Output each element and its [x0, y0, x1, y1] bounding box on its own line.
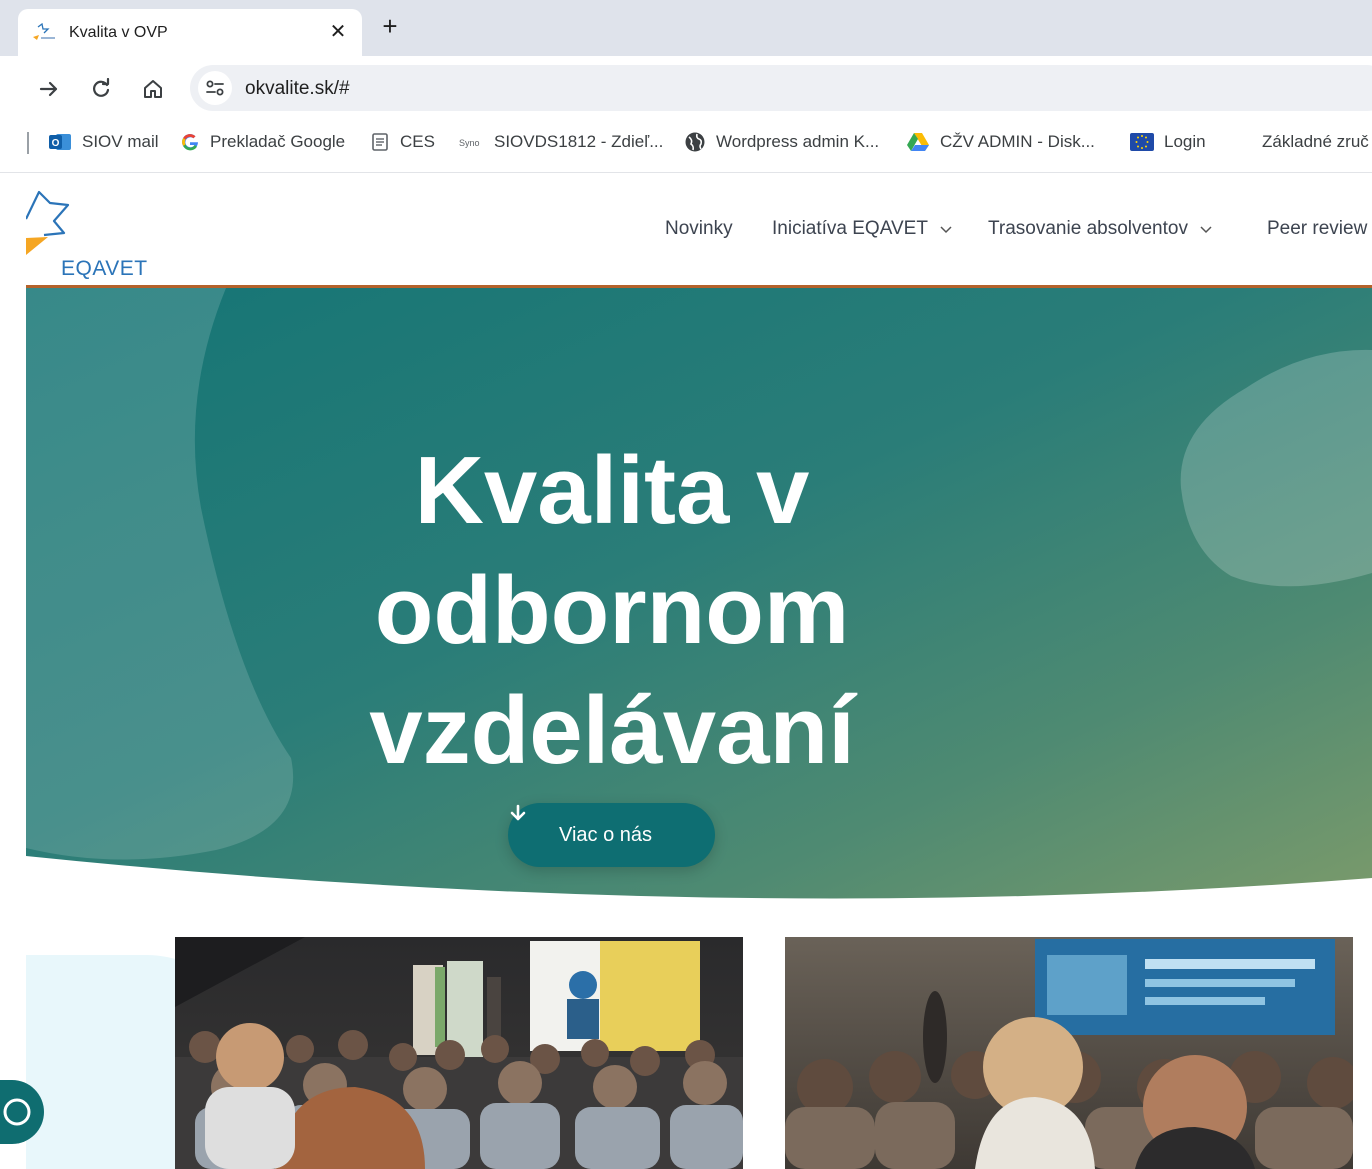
button-label: Viac o nás	[558, 823, 653, 846]
chat-icon	[3, 1098, 31, 1126]
viac-o-nas-button[interactable]: Viac o nás	[508, 803, 715, 867]
bookmark-siovds1812[interactable]: Syno SIOVDS1812 - Zdieľ...	[458, 131, 663, 153]
bookmark-label: Login	[1164, 132, 1206, 151]
bookmark-label: SIOV mail	[82, 132, 159, 151]
bookmark-login[interactable]: Login	[1130, 131, 1206, 153]
hero-section: Kvalita v odbornom vzdelávaní Viac o nás	[26, 288, 1372, 900]
new-tab-icon[interactable]: +	[378, 13, 402, 39]
bookmark-label: CES	[400, 132, 435, 151]
url-text: okvalite.sk/#	[245, 78, 350, 99]
globe-icon	[684, 131, 706, 153]
nav-item-trasovanie-absolventov[interactable]: Trasovanie absolventov	[988, 218, 1212, 240]
tab-title: Kvalita v OVP	[69, 24, 168, 41]
bookmark-czv-admin[interactable]: CŽV ADMIN - Disk...	[906, 131, 1095, 153]
google-icon	[180, 132, 200, 152]
nav-item-iniciativa-eqavet[interactable]: Iniciatíva EQAVET	[772, 218, 952, 240]
bookmark-google-translate[interactable]: Prekladač Google	[180, 131, 345, 153]
bookmark-label: SIOVDS1812 - Zdieľ...	[494, 132, 664, 151]
chevron-down-icon	[1200, 222, 1212, 237]
site-header: EQAVET Novinky Iniciatíva EQAVET Trasova…	[26, 173, 1372, 285]
browser-toolbar: okvalite.sk/#	[0, 56, 1372, 120]
address-bar[interactable]: okvalite.sk/#	[190, 65, 1372, 111]
eqavet-logo[interactable]: EQAVET	[26, 189, 156, 280]
chevron-down-icon	[940, 222, 952, 237]
conference-photo-image	[785, 937, 1353, 1169]
tab-close-icon[interactable]: ✕	[327, 21, 349, 43]
synology-icon: Syno	[458, 135, 484, 149]
bookmark-label: Prekladač Google	[210, 132, 346, 151]
bookmarks-bar: O SIOV mail Prekladač Google CES Syno SI…	[0, 120, 1372, 173]
nav-item-peer-review[interactable]: Peer review	[1267, 218, 1367, 240]
document-icon	[370, 132, 390, 152]
svg-text:Syno: Syno	[459, 138, 480, 148]
site-settings-icon[interactable]	[198, 71, 232, 105]
hero-title-line: Kvalita v	[414, 437, 810, 544]
browser-tab[interactable]: Kvalita v OVP ✕	[18, 9, 362, 56]
bookmark-label: Wordpress admin K...	[716, 132, 880, 151]
google-drive-icon	[906, 132, 930, 152]
nav-label: Trasovanie absolventov	[988, 218, 1188, 239]
nav-label: Peer review	[1267, 218, 1368, 239]
bookmark-zakladne[interactable]: Základné zruč	[1262, 131, 1369, 153]
outlook-icon: O	[48, 131, 72, 153]
hero-title-line: vzdelávaní	[369, 677, 855, 784]
logo-text: EQAVET	[61, 257, 148, 280]
bookmark-wordpress-admin[interactable]: Wordpress admin K...	[684, 131, 879, 153]
bookmarks-separator	[27, 132, 29, 154]
hero-title-line: odbornom	[374, 557, 850, 664]
bookmark-siov-mail[interactable]: O SIOV mail	[48, 131, 159, 153]
nav-label: Novinky	[665, 218, 733, 239]
home-icon[interactable]	[140, 76, 166, 102]
svg-text:O: O	[52, 138, 60, 149]
event-photo-audience[interactable]	[175, 937, 743, 1169]
event-photo-conference[interactable]	[785, 937, 1353, 1169]
eu-flag-icon	[1130, 132, 1154, 152]
browser-tab-strip: Kvalita v OVP ✕ +	[0, 0, 1372, 56]
reload-icon[interactable]	[88, 76, 114, 102]
forward-icon[interactable]	[36, 76, 62, 102]
bookmark-label: CŽV ADMIN - Disk...	[940, 132, 1095, 151]
event-photo-image	[175, 937, 743, 1169]
bookmark-label: Základné zruč	[1262, 132, 1369, 151]
hero-title: Kvalita v odbornom vzdelávaní	[26, 431, 1198, 791]
eqavet-favicon-icon	[32, 22, 56, 43]
nav-label: Iniciatíva EQAVET	[772, 218, 928, 239]
bookmark-ces[interactable]: CES	[370, 131, 435, 153]
nav-item-novinky[interactable]: Novinky	[665, 218, 733, 240]
